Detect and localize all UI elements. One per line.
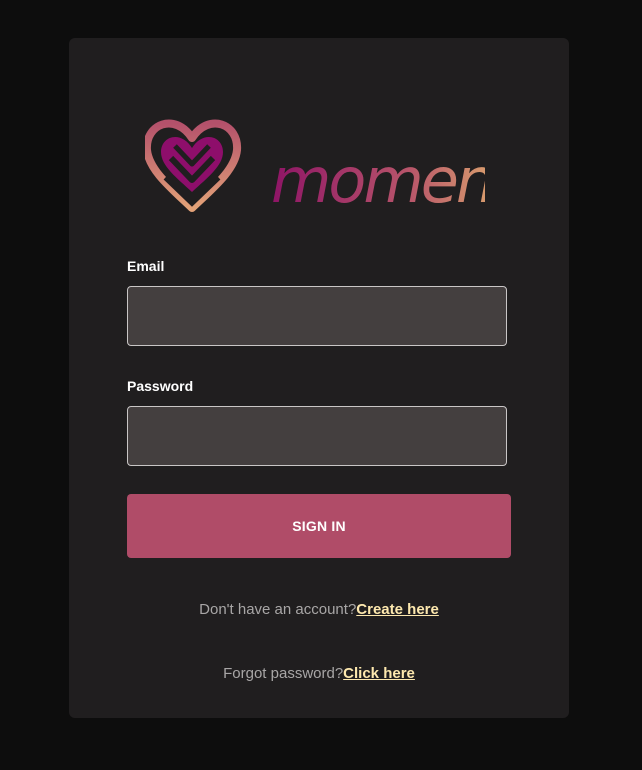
password-label: Password <box>127 378 194 394</box>
sign-in-button[interactable]: SIGN IN <box>127 494 511 558</box>
forgot-password-text: Forgot password? <box>223 665 344 682</box>
logo-graphic: momentz <box>145 119 485 217</box>
momentz-logo: momentz <box>145 118 485 218</box>
email-label: Email <box>127 258 165 274</box>
create-account-link[interactable]: Create here <box>356 601 439 618</box>
logo-wordmark: momentz <box>271 144 485 217</box>
forgot-password-row: Forgot password?Click here <box>69 665 569 682</box>
login-card: momentz Email Password SIGN IN Don't hav… <box>69 38 569 718</box>
heart-icon <box>145 119 242 212</box>
forgot-password-link[interactable]: Click here <box>343 665 415 682</box>
signup-prompt-text: Don't have an account? <box>199 601 357 618</box>
password-field[interactable] <box>127 406 507 466</box>
email-field[interactable] <box>127 286 507 346</box>
signup-prompt-row: Don't have an account?Create here <box>69 601 569 618</box>
